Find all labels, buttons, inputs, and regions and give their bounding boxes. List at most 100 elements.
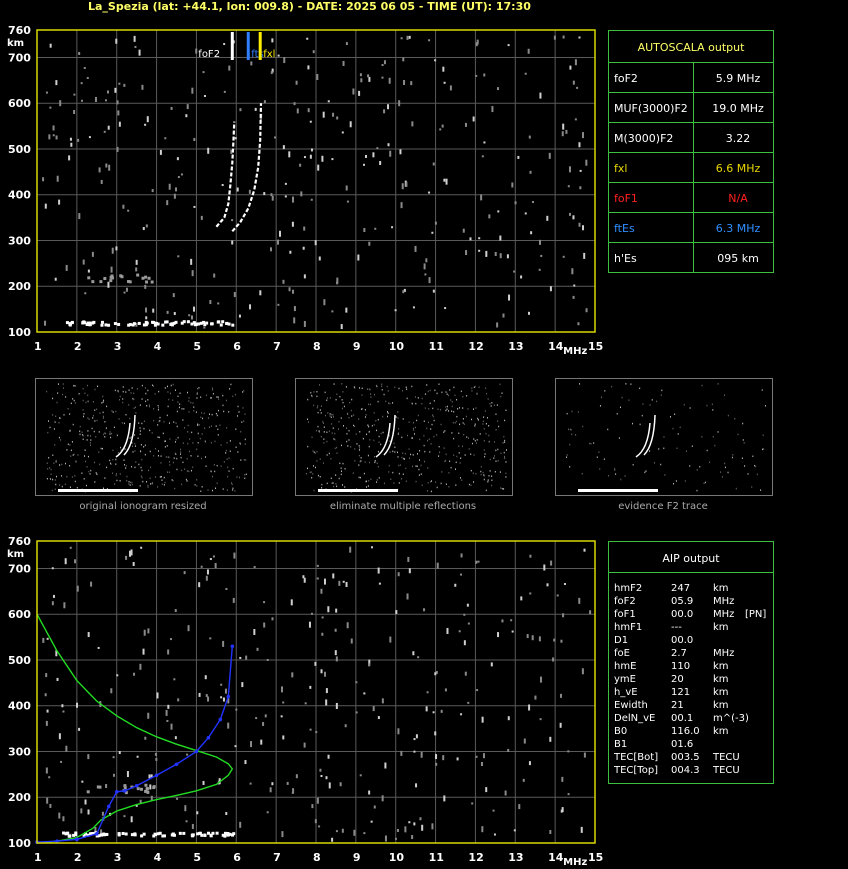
thumb-noise bbox=[656, 400, 658, 403]
thumb-noise bbox=[175, 438, 177, 441]
noise-mark bbox=[256, 647, 259, 651]
autoscala-divider bbox=[693, 63, 694, 93]
thumb-noise bbox=[411, 385, 413, 388]
noise-mark bbox=[49, 106, 52, 109]
noise-mark bbox=[303, 577, 306, 583]
noise-mark bbox=[353, 829, 356, 836]
thumb-noise bbox=[385, 400, 387, 403]
thumb-noise bbox=[217, 409, 219, 412]
noise-mark bbox=[141, 84, 144, 90]
thumb-noise bbox=[244, 477, 246, 480]
noise-mark bbox=[223, 90, 226, 93]
thumb-noise bbox=[331, 423, 333, 425]
noise-mark bbox=[291, 221, 294, 227]
x-tick-label: 3 bbox=[114, 340, 122, 353]
thumb-noise bbox=[157, 406, 159, 409]
thumb-noise bbox=[501, 487, 503, 490]
thumb-noise bbox=[227, 466, 229, 469]
thumb-noise bbox=[566, 454, 568, 456]
noise-mark bbox=[116, 146, 119, 152]
noise-mark bbox=[381, 795, 384, 802]
thumb-noise bbox=[312, 450, 314, 452]
aip-cell-a: TEC[Bot] bbox=[614, 752, 659, 763]
thumb-noise bbox=[392, 402, 394, 404]
thumb-noise bbox=[751, 486, 753, 488]
noise-mark bbox=[62, 710, 65, 713]
thumb-noise bbox=[85, 484, 87, 487]
noise-mark bbox=[165, 709, 168, 716]
thumb-noise bbox=[49, 426, 51, 429]
noise-mark bbox=[135, 267, 138, 272]
thumb-noise bbox=[727, 414, 729, 417]
autoscala-key: fxl bbox=[614, 162, 628, 175]
noise-mark bbox=[48, 776, 51, 779]
thumb-noise bbox=[331, 413, 333, 416]
thumb-noise bbox=[140, 443, 142, 446]
thumb-noise bbox=[402, 473, 404, 475]
noise-mark bbox=[58, 812, 61, 819]
noise-mark bbox=[144, 736, 147, 740]
thumb-noise bbox=[317, 425, 319, 428]
autoscala-title: AUTOSCALA output bbox=[637, 41, 745, 54]
thumb-noise bbox=[503, 455, 505, 458]
thumb-noise bbox=[380, 443, 382, 446]
noise-mark bbox=[389, 636, 392, 643]
thumb-noise bbox=[370, 393, 372, 395]
thumb-noise bbox=[493, 455, 495, 457]
thumb-noise bbox=[571, 433, 573, 436]
y-tick-label: 700 bbox=[8, 562, 31, 575]
noise-mark bbox=[379, 160, 382, 165]
thumb-noise bbox=[140, 466, 142, 469]
noise-mark bbox=[526, 634, 529, 639]
thumb-noise bbox=[330, 416, 332, 419]
noise-mark bbox=[202, 780, 205, 785]
noise-mark bbox=[88, 136, 91, 139]
thumb-f-trace bbox=[635, 414, 656, 458]
thumb-noise bbox=[210, 397, 212, 399]
thumb-noise bbox=[628, 399, 630, 401]
thumb-noise bbox=[415, 465, 417, 467]
thumb-noise bbox=[734, 417, 736, 420]
thumb-noise bbox=[419, 450, 421, 452]
thumb-noise bbox=[134, 445, 136, 447]
noise-mark bbox=[421, 824, 424, 831]
thumb-noise bbox=[566, 412, 568, 415]
profile-point bbox=[154, 773, 159, 778]
thumb-noise bbox=[104, 436, 106, 438]
noise-mark bbox=[321, 632, 324, 636]
thumb-noise bbox=[74, 475, 76, 477]
thumb-noise bbox=[168, 461, 170, 463]
thumb-noise bbox=[66, 475, 68, 478]
thumb-noise bbox=[336, 393, 338, 396]
noise-mark bbox=[122, 204, 125, 209]
e-trace-mark bbox=[133, 833, 137, 837]
noise-mark bbox=[560, 809, 563, 813]
noise-mark bbox=[174, 736, 177, 740]
noise-mark bbox=[222, 640, 225, 647]
noise-mark bbox=[531, 200, 534, 203]
autoscala-value: 19.0 MHz bbox=[712, 102, 764, 115]
thumb-noise bbox=[54, 488, 56, 491]
thumb-noise bbox=[319, 475, 321, 478]
thumb-noise bbox=[94, 481, 96, 483]
marker-label-fxl: fxl bbox=[263, 49, 275, 60]
noise-mark bbox=[578, 36, 581, 39]
noise-mark bbox=[335, 608, 338, 613]
noise-mark bbox=[296, 108, 299, 114]
thumb-noise bbox=[368, 430, 370, 433]
noise-mark bbox=[538, 268, 541, 271]
thumb-noise bbox=[145, 400, 147, 403]
thumb-noise bbox=[197, 424, 199, 427]
noise-mark bbox=[436, 562, 439, 569]
noise-mark bbox=[245, 655, 248, 660]
thumb-noise bbox=[216, 482, 218, 484]
noise-mark bbox=[411, 835, 414, 840]
autoscala-divider bbox=[693, 123, 694, 153]
thumb-noise bbox=[196, 485, 198, 487]
noise-mark bbox=[173, 678, 176, 681]
thumb-noise bbox=[455, 420, 457, 423]
thumb-noise bbox=[223, 410, 225, 413]
noise-mark bbox=[583, 752, 586, 758]
noise-mark bbox=[548, 152, 551, 159]
thumb-noise bbox=[658, 448, 660, 450]
